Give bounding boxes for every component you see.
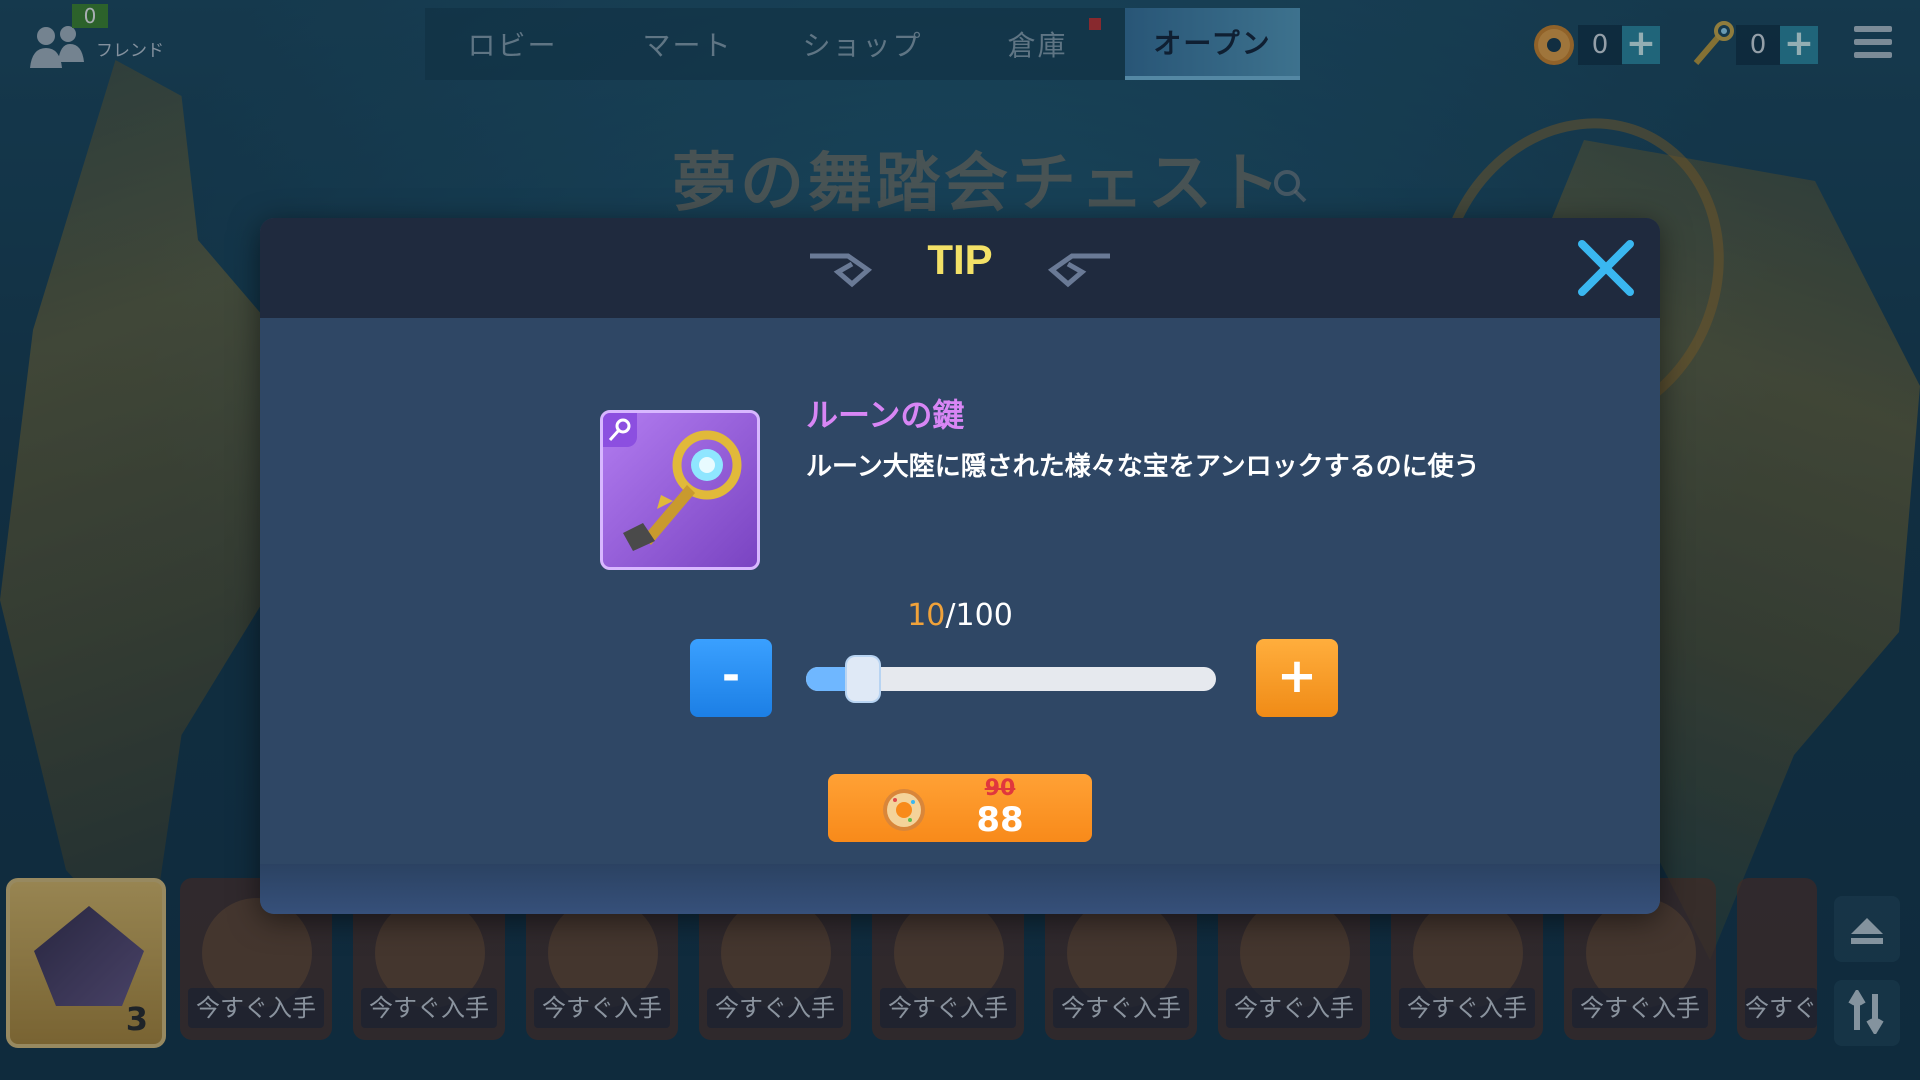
quantity-current: 10: [907, 598, 946, 633]
slider-thumb[interactable]: [847, 657, 879, 701]
dialog-header: TIP: [260, 218, 1660, 318]
purchase-button[interactable]: 90 88: [828, 774, 1092, 842]
original-price: 90: [984, 776, 1016, 801]
quantity-max: /100: [945, 598, 1013, 633]
key-badge-icon: [603, 413, 637, 447]
tip-dialog: TIP ルーンの鍵 ルーン大陸に隠された様々な宝をアンロックするのに使う 10/…: [260, 218, 1660, 914]
quantity-slider[interactable]: [806, 657, 1216, 701]
item-name: ルーンの鍵: [806, 396, 965, 434]
discounted-price: 88: [976, 800, 1024, 840]
item-description: ルーン大陸に隠された様々な宝をアンロックするのに使う: [806, 452, 1480, 482]
increase-button[interactable]: +: [1256, 639, 1338, 717]
quantity-readout: 10/100: [260, 598, 1660, 633]
close-button[interactable]: [1574, 236, 1638, 300]
dialog-title: TIP: [927, 236, 993, 283]
donut-icon: [883, 789, 925, 831]
item-icon-frame: [600, 410, 760, 570]
decrease-button[interactable]: -: [690, 639, 772, 717]
close-icon: [1578, 240, 1634, 296]
ornament-right-icon: [1047, 253, 1110, 288]
dialog-footer-decoration: [260, 864, 1660, 914]
